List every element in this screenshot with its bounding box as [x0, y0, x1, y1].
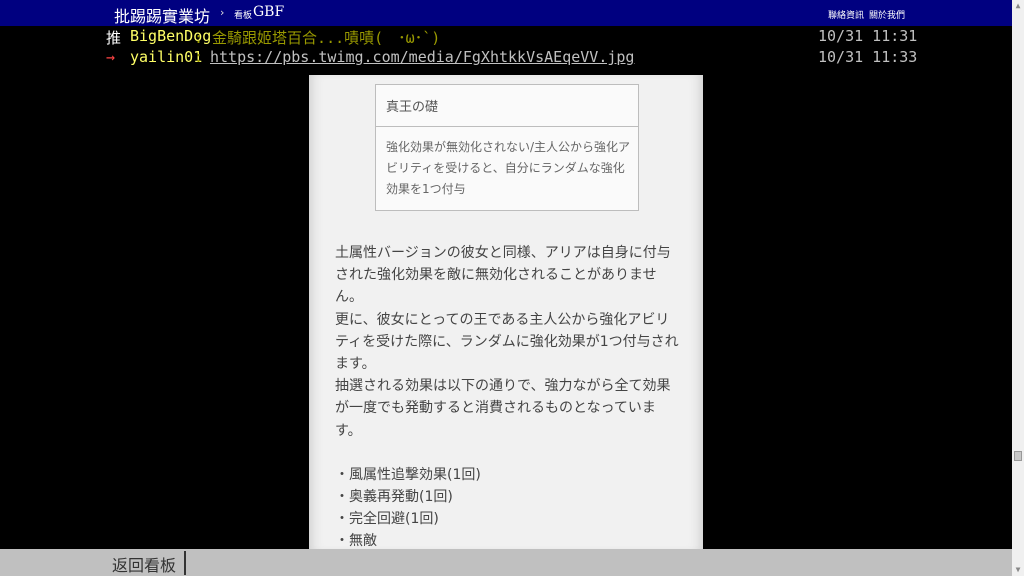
- article-body: 土属性バージョンの彼女と同様、アリアは自身に付与された強化効果を敵に無効化される…: [335, 242, 681, 550]
- board-label: 看板: [234, 11, 253, 21]
- push-link[interactable]: https://pbs.twimg.com/media/FgXhtkkVsAEq…: [210, 48, 634, 66]
- skill-title: 真王の礎: [386, 100, 439, 115]
- scrollbar-thumb[interactable]: [1014, 451, 1022, 461]
- bottom-bar: 返回看板: [0, 549, 1012, 576]
- push-line: 推 BigBenDog : 金騎跟姬塔百合...嘖嘖( ･ω･`) 10/31 …: [106, 27, 917, 47]
- push-separator: :: [194, 48, 204, 66]
- board-name-link[interactable]: GBF: [253, 4, 284, 20]
- contact-link[interactable]: 聯絡資訊: [828, 8, 864, 21]
- scroll-down-icon[interactable]: ▼: [1012, 564, 1024, 576]
- list-item: ・風属性追撃効果(1回): [335, 466, 481, 483]
- list-item: ・完全回避(1回): [335, 511, 439, 528]
- push-time: 10/31 11:31: [818, 27, 918, 45]
- list-item: ・無敵: [335, 533, 377, 550]
- skill-title-cell: 真王の礎: [376, 85, 638, 127]
- article-paragraph: 更に、彼女にとっての王である主人公から強化アビリティを受けた際に、ランダムに強化…: [335, 311, 679, 373]
- push-user: yailin01: [130, 48, 203, 66]
- skill-table: 真王の礎 強化効果が無効化されない/主人公から強化アビリティを受けると、自分にラ…: [375, 84, 639, 211]
- site-name-link[interactable]: 批踢踢實業坊: [114, 3, 210, 27]
- effect-list: ・風属性追撃効果(1回) ・奥義再発動(1回) ・完全回避(1回) ・無敵: [335, 464, 681, 550]
- push-time: 10/31 11:33: [818, 48, 918, 66]
- back-to-board-button[interactable]: 返回看板: [112, 552, 176, 576]
- push-content: : 金騎跟姬塔百合...嘖嘖( ･ω･`): [194, 29, 441, 47]
- skill-description: 強化効果が無効化されない/主人公から強化アビリティを受けると、自分にランダムな強…: [386, 140, 631, 196]
- push-line: → yailin01 : https://pbs.twimg.com/media…: [106, 48, 917, 68]
- scroll-up-icon[interactable]: ▲: [1012, 0, 1024, 12]
- vertical-scrollbar[interactable]: ▲ ▼: [1012, 0, 1024, 576]
- push-tag: 推: [106, 29, 122, 47]
- embedded-image: 真王の礎 強化効果が無効化されない/主人公から強化アビリティを受けると、自分にラ…: [309, 75, 703, 550]
- article-paragraph: 土属性バージョンの彼女と同様、アリアは自身に付与された強化効果を敵に無効化される…: [335, 245, 671, 306]
- top-nav-bar: 批踢踢實業坊 › 看板 GBF 聯絡資訊 關於我們: [0, 0, 1012, 26]
- divider: [184, 551, 186, 575]
- about-link[interactable]: 關於我們: [869, 8, 905, 21]
- breadcrumb-separator: ›: [220, 6, 225, 19]
- list-item: ・奥義再発動(1回): [335, 489, 453, 506]
- article-paragraph: 抽選される効果は以下の通りで、強力ながら全て効果が一度でも発動すると消費されるも…: [335, 378, 671, 439]
- push-tag: →: [106, 48, 116, 66]
